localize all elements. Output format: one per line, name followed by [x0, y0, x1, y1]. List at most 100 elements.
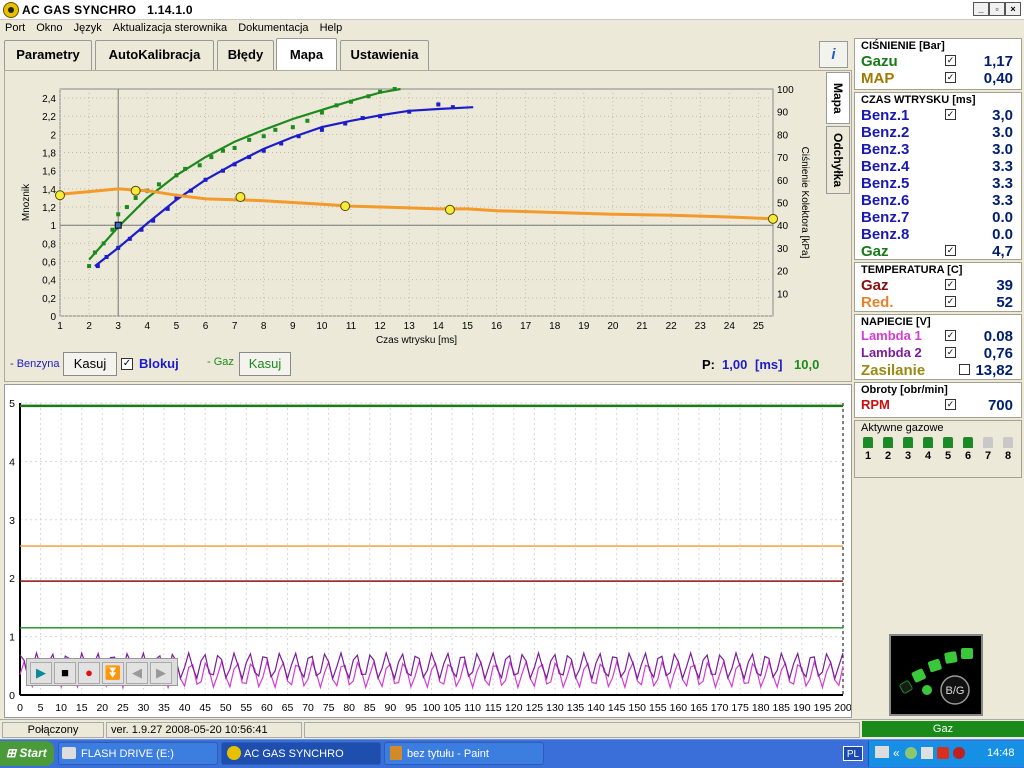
data-point-benzyna: [360, 116, 365, 121]
save-button[interactable]: ⏬: [102, 662, 124, 684]
zasilanie-checkbox[interactable]: [959, 364, 970, 375]
gazu-checkbox[interactable]: ✓: [945, 55, 956, 66]
menu-help[interactable]: Help: [315, 20, 343, 34]
data-point-gaz: [273, 127, 278, 132]
task-flash-drive[interactable]: FLASH DRIVE (E:): [58, 742, 218, 765]
antivirus-icon[interactable]: [953, 747, 965, 759]
graph-x-tick: 160: [670, 702, 688, 714]
menu-aktualizacja[interactable]: Aktualizacja sterownika: [108, 20, 227, 34]
menu-jezyk[interactable]: Język: [69, 20, 102, 34]
tab-ustawienia[interactable]: Ustawienia: [340, 40, 429, 71]
injector: 7: [982, 437, 994, 462]
injector: 2: [882, 437, 894, 462]
bg-label: B/G: [946, 685, 965, 697]
plot-area: [59, 88, 774, 317]
y2-tick-label: 50: [777, 199, 789, 210]
next-button[interactable]: ▶: [150, 662, 172, 684]
task-ac-gas-synchro[interactable]: AC GAS SYNCHRO: [221, 742, 381, 765]
x-tick-label: 12: [375, 321, 387, 332]
x-tick-label: 2: [86, 321, 92, 332]
system-tray: « 14:48: [868, 741, 1024, 767]
y2-tick-label: 70: [777, 153, 789, 164]
data-point-benzyna: [450, 105, 455, 110]
blokuj-checkbox[interactable]: ✓: [121, 358, 133, 370]
arrow-left-icon: ◀: [132, 665, 142, 680]
network-icon[interactable]: [905, 747, 917, 759]
restore-button[interactable]: ▫: [989, 2, 1005, 16]
download-icon: ⏬: [104, 665, 122, 680]
temp-red-checkbox[interactable]: ✓: [945, 296, 956, 307]
tab-bledy[interactable]: Błędy: [217, 40, 274, 71]
keyboard-icon[interactable]: [875, 746, 889, 758]
injector-icon: [883, 437, 893, 448]
marker-reduktor: [768, 213, 778, 224]
y2-tick-label: 40: [777, 221, 789, 232]
czas-checkbox[interactable]: ✓: [945, 245, 956, 256]
stop-icon: ■: [61, 665, 69, 680]
menu-port[interactable]: Port: [0, 20, 25, 34]
y-tick-label: 1,4: [42, 185, 56, 196]
data-point-gaz: [174, 173, 179, 178]
data-point-gaz: [92, 250, 97, 255]
fuel-switch-indicator[interactable]: B/G: [889, 634, 983, 716]
stop-button[interactable]: ■: [54, 662, 76, 684]
czas-checkbox[interactable]: ✓: [945, 109, 956, 120]
y2-tick-label: 100: [777, 85, 794, 96]
info-icon: i: [831, 46, 836, 63]
record-button[interactable]: ●: [78, 662, 100, 684]
menu-dokumentacja[interactable]: Dokumentacja: [233, 20, 308, 34]
temp-gaz-checkbox[interactable]: ✓: [945, 279, 956, 290]
security-icon[interactable]: [937, 747, 949, 759]
minimize-button[interactable]: _: [973, 2, 989, 16]
paint-icon: [390, 746, 402, 760]
graph-x-tick: 150: [628, 702, 646, 714]
language-indicator[interactable]: PL: [843, 746, 863, 761]
kasuj-benzyna-button[interactable]: Kasuj: [63, 352, 117, 376]
close-button[interactable]: ×: [1005, 2, 1021, 16]
info-button[interactable]: i: [819, 41, 848, 68]
benzyna-legend: - Benzyna: [10, 358, 60, 370]
rpm-checkbox[interactable]: ✓: [945, 399, 956, 410]
x-tick-label: 15: [462, 321, 474, 332]
injector-number: 3: [904, 450, 912, 462]
data-point-gaz: [133, 195, 138, 200]
data-point-gaz: [156, 182, 161, 187]
tab-autokalibracja[interactable]: AutoKalibracja: [95, 40, 214, 71]
lambda2-checkbox[interactable]: ✓: [945, 347, 956, 358]
data-point-benzyna: [279, 141, 284, 146]
tray-expand-icon[interactable]: «: [893, 746, 900, 760]
data-point-gaz: [349, 99, 354, 104]
prev-button[interactable]: ◀: [126, 662, 148, 684]
vtab-odchylka[interactable]: Odchyłka: [826, 126, 850, 194]
data-point-gaz: [220, 148, 225, 153]
usb-icon[interactable]: [921, 747, 933, 759]
data-point-gaz: [378, 89, 383, 94]
injector-number: 8: [1004, 450, 1012, 462]
x-tick-label: 13: [404, 321, 416, 332]
tab-parametry[interactable]: Parametry: [4, 40, 92, 71]
start-button[interactable]: ⊞ Start: [0, 741, 54, 766]
kasuj-gaz-button[interactable]: Kasuj: [239, 352, 291, 376]
map-checkbox[interactable]: ✓: [945, 72, 956, 83]
play-button[interactable]: ▶: [30, 662, 52, 684]
map-chart[interactable]: 1 2 3 4 5 6 7 8 9 10 11 12 13 14 15 16 17 18 19 20 21 22 23 24 2…: [5, 71, 825, 351]
tab-mapa[interactable]: Mapa: [276, 38, 337, 72]
y2-tick-label: 30: [777, 244, 789, 255]
arrow-right-icon: ▶: [156, 665, 166, 680]
graph-x-tick: 85: [364, 702, 376, 714]
task-paint[interactable]: bez tytułu - Paint: [384, 742, 544, 765]
menu-okno[interactable]: Okno: [31, 20, 62, 34]
data-point-benzyna: [95, 264, 100, 269]
graph-x-tick: 20: [96, 702, 108, 714]
injector-list: 12345678: [862, 437, 1022, 471]
graph-x-tick: 35: [158, 702, 170, 714]
lambda1-checkbox[interactable]: ✓: [945, 330, 956, 341]
graph-y-tick: 0: [9, 690, 15, 702]
x-tick-label: 1: [57, 321, 63, 332]
data-point-gaz: [87, 264, 92, 269]
injector: 5: [942, 437, 954, 462]
vtab-mapa[interactable]: Mapa: [826, 72, 850, 124]
clock: 14:48: [987, 747, 1015, 759]
data-point-gaz: [101, 241, 106, 246]
bg-switch-graphic: B/G: [899, 648, 973, 705]
